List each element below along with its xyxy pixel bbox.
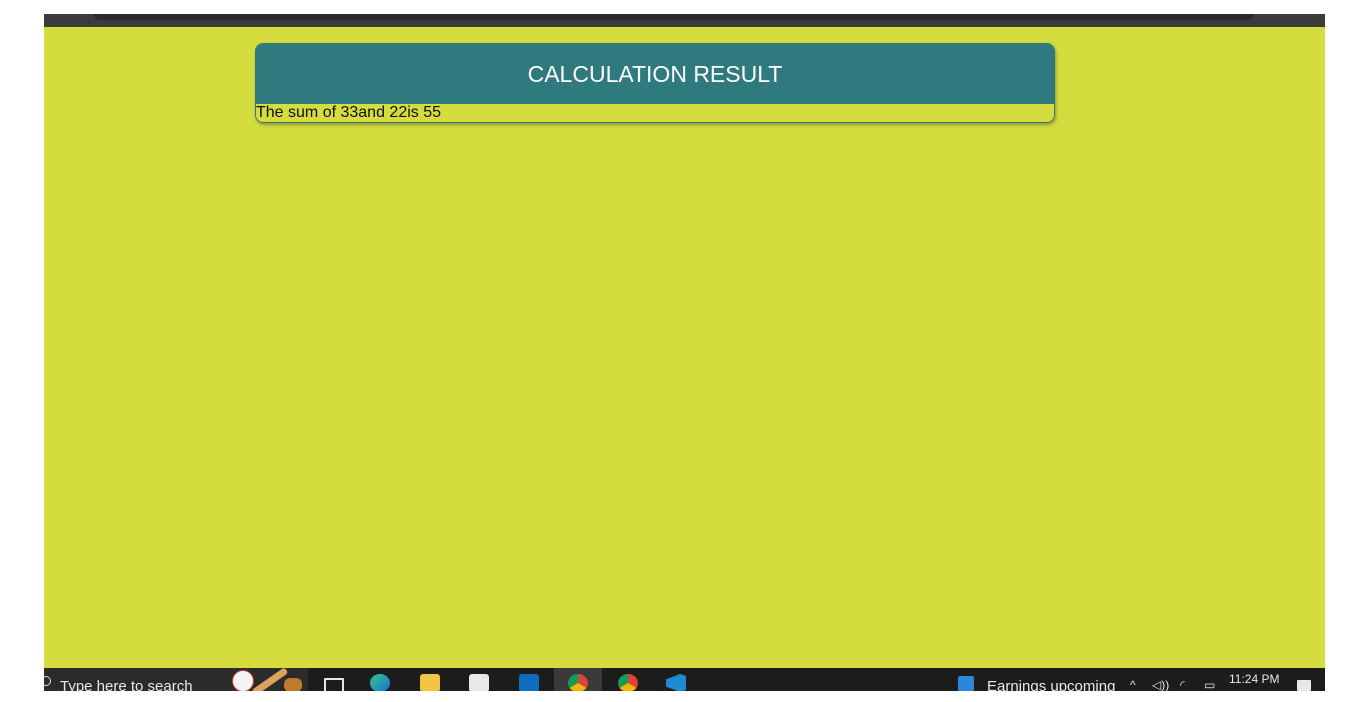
- outlook-icon[interactable]: [519, 674, 539, 691]
- file-explorer-icon[interactable]: [420, 674, 440, 691]
- battery-icon[interactable]: ▭: [1204, 678, 1215, 691]
- calculation-result-card: CALCULATION RESULT The sum of 33and 22is…: [255, 43, 1055, 123]
- baseball-bat-icon: [251, 668, 289, 691]
- baseball-icon: [232, 670, 254, 691]
- card-title: CALCULATION RESULT: [256, 44, 1054, 104]
- result-text: The sum of 33and 22is 55: [256, 104, 442, 121]
- wifi-icon[interactable]: ◜: [1180, 678, 1185, 691]
- task-view-icon[interactable]: [324, 678, 344, 691]
- browser-viewport: CALCULATION RESULT The sum of 33and 22is…: [44, 14, 1325, 691]
- edge-icon[interactable]: [370, 674, 390, 691]
- news-widget-text[interactable]: Earnings upcoming: [987, 678, 1115, 691]
- notification-icon[interactable]: [1297, 680, 1311, 691]
- baseball-glove-icon: [284, 678, 302, 691]
- address-bar-edge: [94, 14, 1254, 20]
- store-icon[interactable]: [469, 674, 489, 691]
- browser-chrome-strip: [44, 14, 1325, 27]
- volume-icon[interactable]: ◁)): [1152, 678, 1169, 691]
- windows-taskbar: Type here to search Earnings upcoming ^ …: [44, 668, 1325, 691]
- vscode-icon[interactable]: [666, 674, 686, 691]
- chrome-icon[interactable]: [568, 674, 588, 691]
- search-placeholder: Type here to search: [60, 678, 193, 691]
- chevron-up-icon[interactable]: ^: [1130, 678, 1136, 691]
- clock-time[interactable]: 11:24 PM: [1229, 672, 1279, 686]
- chrome-profile-icon[interactable]: [618, 674, 638, 691]
- taskbar-search-box[interactable]: Type here to search: [44, 668, 308, 691]
- news-icon[interactable]: [958, 676, 974, 691]
- search-icon: [44, 676, 51, 686]
